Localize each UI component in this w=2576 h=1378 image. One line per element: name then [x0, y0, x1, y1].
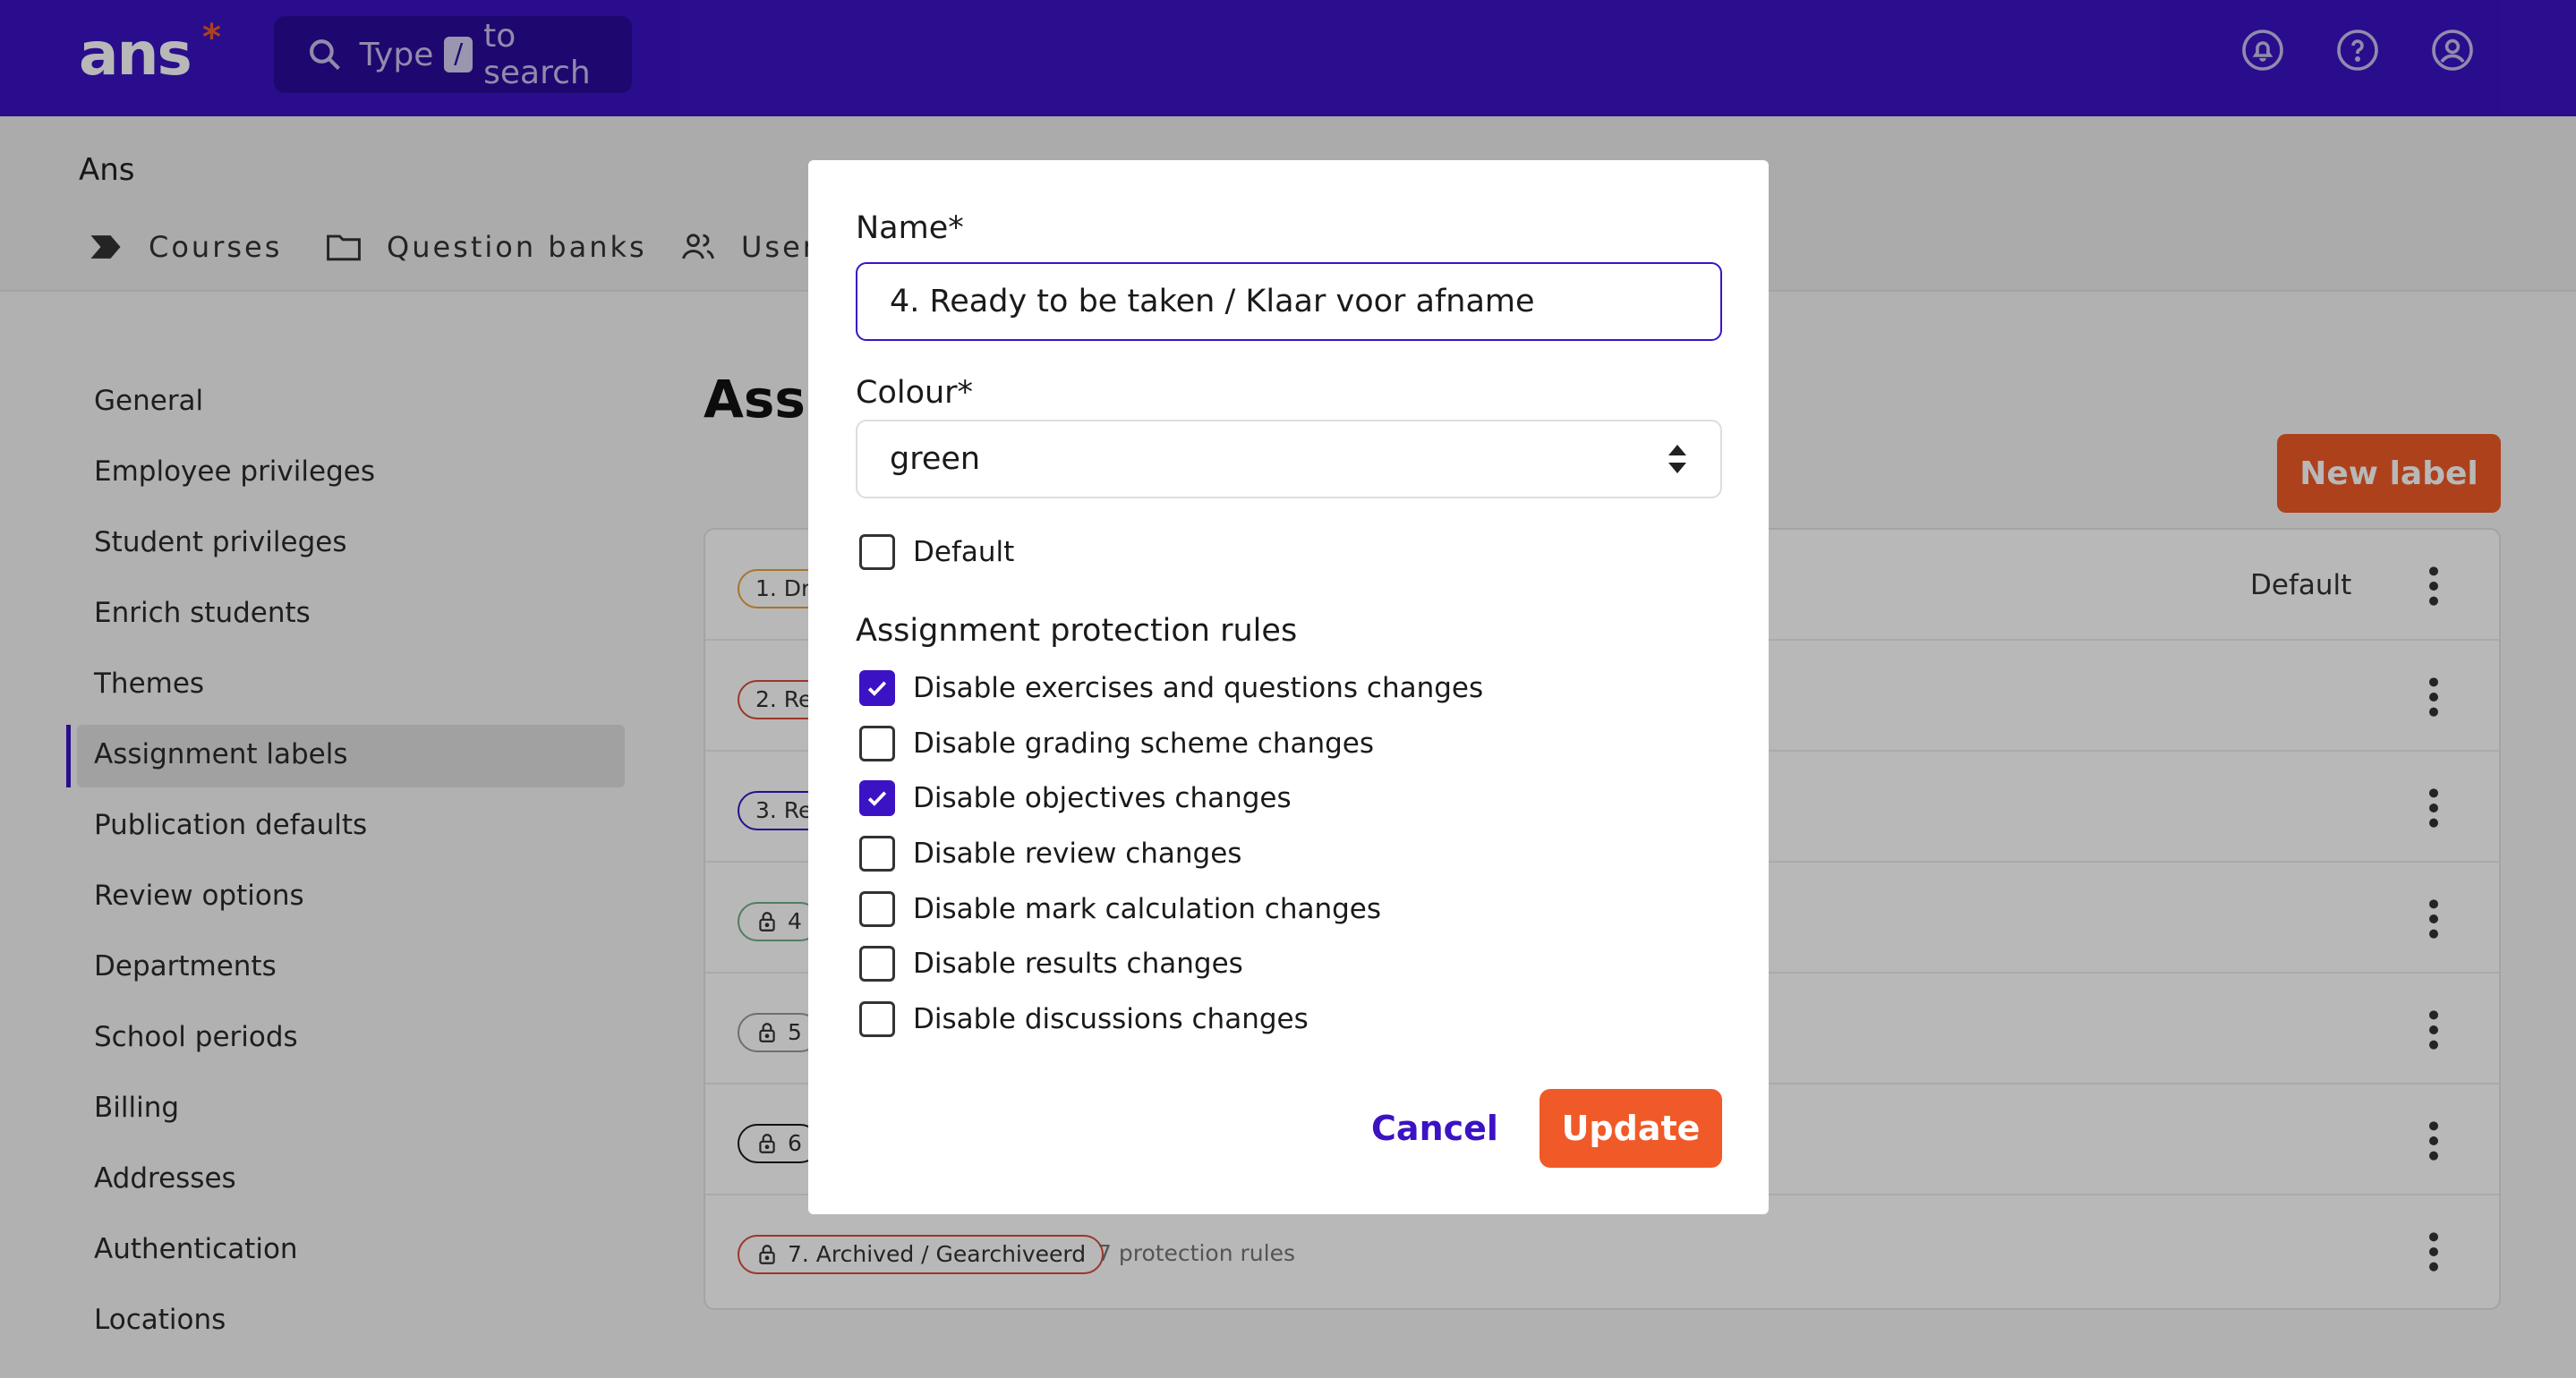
- default-checkbox[interactable]: [859, 534, 895, 570]
- name-input[interactable]: [856, 262, 1722, 341]
- rule-label: Disable mark calculation changes: [913, 893, 1382, 925]
- colour-select[interactable]: green: [856, 420, 1722, 498]
- rule-checkbox-row[interactable]: Disable discussions changes: [859, 1001, 1309, 1037]
- rule-label: Disable review changes: [913, 838, 1242, 870]
- rule-checkbox[interactable]: [859, 946, 895, 982]
- select-arrows-icon: [1668, 445, 1686, 473]
- rule-checkbox[interactable]: [859, 836, 895, 872]
- rule-checkbox-row[interactable]: Disable objectives changes: [859, 780, 1292, 816]
- checkmark-icon: [867, 681, 887, 696]
- protection-rules-heading: Assignment protection rules: [856, 613, 1298, 649]
- rule-checkbox[interactable]: [859, 1001, 895, 1037]
- rule-checkbox[interactable]: [859, 780, 895, 816]
- rule-label: Disable grading scheme changes: [913, 727, 1375, 760]
- rule-label: Disable discussions changes: [913, 1003, 1309, 1035]
- rule-checkbox[interactable]: [859, 726, 895, 761]
- rule-checkbox-row[interactable]: Disable results changes: [859, 946, 1243, 982]
- rule-label: Disable objectives changes: [913, 782, 1292, 814]
- rule-checkbox[interactable]: [859, 670, 895, 706]
- cancel-button[interactable]: Cancel: [1354, 1089, 1515, 1168]
- update-button[interactable]: Update: [1540, 1089, 1722, 1168]
- colour-label: Colour*: [856, 375, 974, 411]
- rule-label: Disable results changes: [913, 948, 1243, 980]
- rule-checkbox-row[interactable]: Disable mark calculation changes: [859, 891, 1381, 927]
- rule-label: Disable exercises and questions changes: [913, 672, 1484, 704]
- name-label: Name*: [856, 210, 964, 246]
- checkmark-icon: [867, 791, 887, 806]
- default-checkbox-label: Default: [913, 536, 1015, 568]
- rule-checkbox-row[interactable]: Disable exercises and questions changes: [859, 670, 1483, 706]
- edit-label-dialog: Name* Colour* green Default Assignment p…: [808, 160, 1769, 1214]
- colour-select-value: green: [890, 441, 981, 477]
- default-checkbox-row[interactable]: Default: [859, 534, 1014, 570]
- rule-checkbox-row[interactable]: Disable review changes: [859, 836, 1241, 872]
- rule-checkbox[interactable]: [859, 891, 895, 927]
- rule-checkbox-row[interactable]: Disable grading scheme changes: [859, 726, 1374, 761]
